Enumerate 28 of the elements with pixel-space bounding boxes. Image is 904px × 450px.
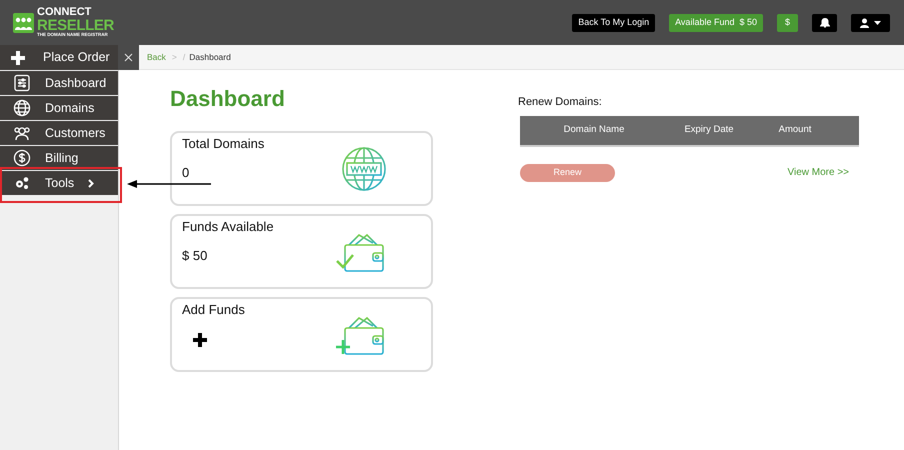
sidebar-item[interactable]: Domains xyxy=(0,96,118,120)
sidebar-item[interactable]: Customers xyxy=(0,121,118,145)
card-value: 0 xyxy=(182,164,190,182)
logo-text: CONNECT xyxy=(37,7,92,18)
sidebar-item[interactable]: Dashboard xyxy=(0,71,118,95)
card-value: $ 50 xyxy=(182,246,208,264)
add-fund-button[interactable]: $ xyxy=(777,14,798,32)
page-title: Dashboard xyxy=(170,85,286,113)
breadcrumb-separator: > xyxy=(172,50,177,64)
breadcrumb-current: Dashboard xyxy=(189,50,231,64)
sidebar-item[interactable]: Tools xyxy=(0,171,118,195)
sidebar-item[interactable]: Billing xyxy=(0,146,118,170)
column-header: Domain Name xyxy=(562,122,626,137)
place-order-button[interactable]: Place Order xyxy=(0,45,118,70)
column-header: Expiry Date xyxy=(683,122,735,137)
card-title: Funds Available xyxy=(182,218,275,236)
section-title: Renew Domains: xyxy=(518,95,603,110)
column-header: Amount xyxy=(778,122,812,137)
back-to-login-button[interactable]: Back To My Login xyxy=(572,14,656,32)
logo-text: RESELLER xyxy=(37,18,114,34)
card-title: Total Domains xyxy=(182,135,266,153)
summary-card[interactable]: Add Funds xyxy=(170,297,433,372)
available-fund-button[interactable]: Available Fund $ 50 xyxy=(669,14,763,32)
card-title: Add Funds xyxy=(182,301,246,319)
view-more-link[interactable]: View More >> xyxy=(787,165,849,180)
summary-card[interactable]: Funds Available $ 50 xyxy=(170,214,433,289)
summary-card[interactable]: Total Domains 0 xyxy=(170,131,433,206)
breadcrumb-separator: / xyxy=(182,50,186,64)
